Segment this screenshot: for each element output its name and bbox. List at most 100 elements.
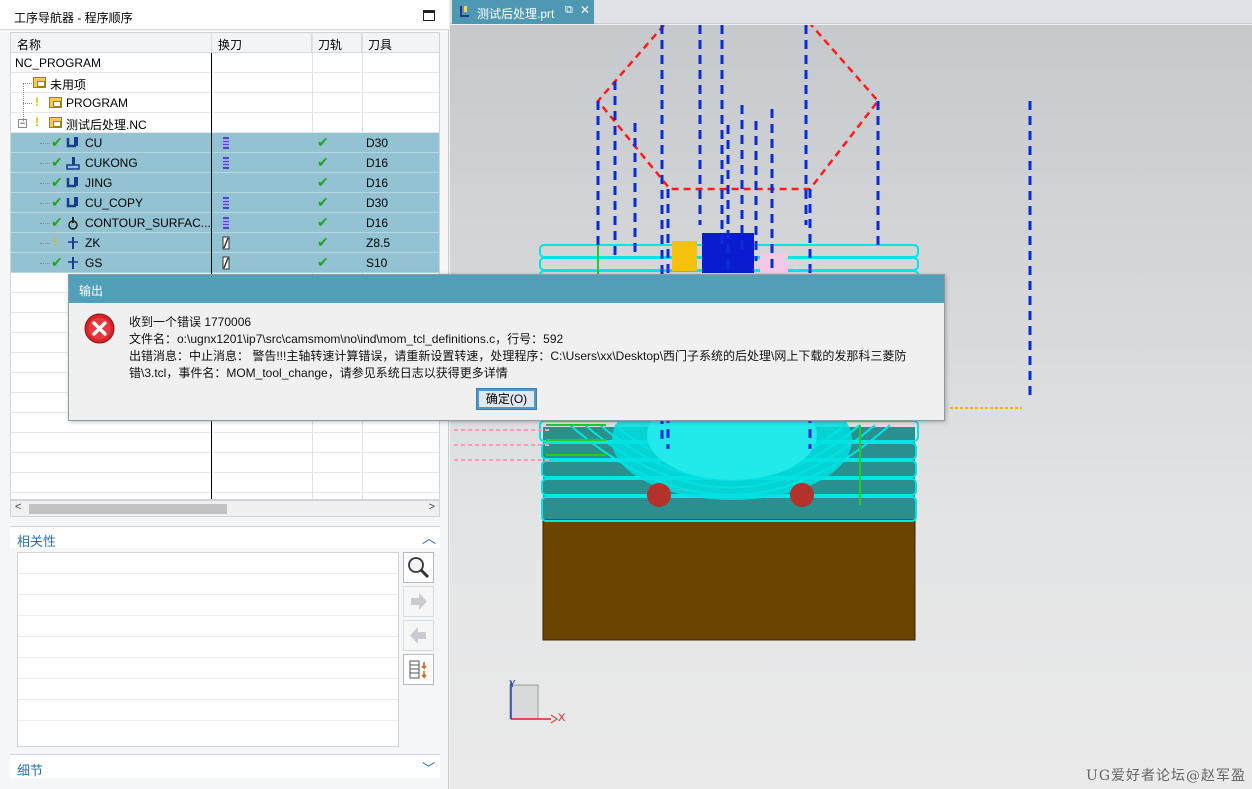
- document-tab-label: 测试后处理.prt: [477, 7, 555, 21]
- list-divider: [18, 573, 398, 574]
- tree-connector: [40, 143, 50, 144]
- ok-button[interactable]: 确定(O): [476, 388, 537, 410]
- list-divider: [18, 594, 398, 595]
- tree-row-operation[interactable]: ! ZK ✔ Z8.5: [11, 233, 439, 253]
- tree-connector: [40, 223, 50, 224]
- path-ok-icon: ✔: [317, 214, 329, 230]
- axis-triad: [509, 681, 558, 724]
- y-axis-label: Y: [509, 679, 516, 690]
- tree-connector: [23, 83, 24, 121]
- dialog-titlebar[interactable]: 输出: [69, 275, 944, 303]
- row-tool: Z8.5: [366, 236, 391, 250]
- column-header-tool[interactable]: 刀具: [362, 33, 439, 53]
- tree-row-operation[interactable]: ✔ CU ✔ D30: [11, 133, 439, 153]
- tree-connector: [40, 263, 50, 264]
- list-divider: [18, 678, 398, 679]
- tree-row-operation[interactable]: ✔ JING ✔ D16: [11, 173, 439, 193]
- list-divider: [18, 657, 398, 658]
- document-tab[interactable]: 测试后处理.prt ⧉ ✕: [452, 0, 594, 24]
- previous-button[interactable]: [403, 620, 434, 651]
- tree-row-nc-program[interactable]: NC_PROGRAM: [11, 53, 439, 73]
- tree-row-program[interactable]: ! PROGRAM: [11, 93, 439, 113]
- cavity-mill-icon: [66, 157, 80, 170]
- list-divider: [18, 615, 398, 616]
- column-header-name[interactable]: 名称: [11, 33, 212, 53]
- dialog-title: 输出: [79, 284, 104, 298]
- drill-icon: [68, 257, 78, 269]
- row-tool: D16: [366, 176, 389, 190]
- error-file-text: 文件名：o:\ugnx1201\ip7\src\camsmom\no\ind\m…: [129, 332, 564, 346]
- column-header-tool-change[interactable]: 换刀: [212, 33, 312, 53]
- arrow-right-icon: [411, 593, 427, 610]
- path-ok-icon: ✔: [317, 254, 329, 270]
- scroll-right-icon[interactable]: >: [429, 501, 435, 513]
- next-button[interactable]: [403, 586, 434, 617]
- tree-row-operation[interactable]: ✔ GS ✔ S10: [11, 253, 439, 273]
- expand-down-icon[interactable]: ﹀: [422, 758, 435, 777]
- tree-connector: [23, 83, 32, 84]
- row-name: PROGRAM: [66, 96, 129, 110]
- details-panel-header[interactable]: 细节 ﹀: [10, 754, 440, 778]
- path-ok-icon: ✔: [317, 174, 329, 190]
- pin-icon[interactable]: ⧉: [565, 4, 573, 17]
- check-icon: ✔: [51, 134, 63, 150]
- check-icon: ✔: [51, 214, 63, 230]
- close-tab-icon[interactable]: ✕: [580, 3, 590, 17]
- cut-region-yellow: [672, 241, 697, 271]
- x-axis-label: X: [558, 712, 566, 724]
- scroll-left-icon[interactable]: <: [15, 501, 21, 513]
- tree-row-test-nc[interactable]: − ! 测试后处理.NC: [11, 113, 439, 133]
- row-name: CU_COPY: [85, 196, 144, 210]
- drill-icon: [68, 237, 78, 249]
- mill-operation-icon: [66, 177, 78, 188]
- check-icon: ✔: [51, 174, 63, 190]
- row-name: CUKONG: [85, 156, 138, 170]
- row-name: 未用项: [50, 78, 87, 92]
- navigator-title: 工序导航器 - 程序顺序: [14, 11, 133, 25]
- error-icon: [84, 313, 115, 344]
- error-message-continued: 错\3.tcl，事件名：MOM_tool_change，请参见系统日志以获得更多…: [129, 366, 508, 380]
- empty-row: [11, 433, 439, 453]
- tree-row-operation[interactable]: ✔ CONTOUR_SURFAC... ✔ D16: [11, 213, 439, 233]
- mill-operation-icon: [66, 137, 78, 148]
- tool-change-icon: [223, 137, 229, 149]
- watermark-text: UG爱好者论坛@赵军盈: [1086, 768, 1246, 784]
- path-ok-icon: ✔: [317, 194, 329, 210]
- row-tool: D30: [366, 136, 389, 150]
- rapid-lines-pink: [454, 429, 550, 461]
- magnifier-icon: [408, 557, 430, 579]
- row-name: JING: [85, 176, 113, 190]
- arrow-left-icon: [410, 627, 426, 644]
- error-code-text: 收到一个错误 1770006: [129, 315, 252, 329]
- tree-row-operation[interactable]: ✔ CUKONG ✔ D16: [11, 153, 439, 173]
- tree-connector: [40, 183, 50, 184]
- bulb-icon: !: [35, 95, 39, 109]
- tree-row-unused[interactable]: 未用项: [11, 73, 439, 93]
- scrollbar-thumb[interactable]: [29, 504, 227, 514]
- error-message-text: 出错消息：中止消息： 警告!!!主轴转速计算错误，请重新设置转速，处理程序：C:…: [129, 349, 907, 363]
- folder-icon: [33, 77, 46, 88]
- list-order-icon: [409, 660, 427, 679]
- tool-change-icon: [223, 197, 229, 209]
- tree-connector: [40, 163, 50, 164]
- part-file-icon: [460, 6, 469, 17]
- relations-panel-header[interactable]: 相关性 ︿: [10, 526, 440, 549]
- navigator-titlebar: 工序导航器 - 程序顺序: [0, 0, 449, 30]
- row-name: 测试后处理.NC: [66, 118, 147, 132]
- row-tool: D16: [366, 156, 389, 170]
- column-header-path[interactable]: 刀轨: [312, 33, 362, 53]
- row-name: GS: [85, 256, 103, 270]
- horizontal-scrollbar[interactable]: < >: [10, 500, 440, 517]
- collapse-up-icon[interactable]: ︿: [422, 528, 436, 548]
- tree-connector: [40, 243, 50, 244]
- tool-change-icon: [223, 217, 229, 229]
- search-button[interactable]: [403, 552, 434, 583]
- row-name: CU: [85, 136, 103, 150]
- row-name: ZK: [85, 236, 101, 250]
- cut-region-pink: [760, 253, 788, 273]
- hole-left: [647, 483, 671, 507]
- list-view-button[interactable]: [403, 654, 434, 685]
- relations-list: [17, 552, 399, 747]
- maximize-icon[interactable]: [423, 10, 435, 21]
- tree-row-operation[interactable]: ✔ CU_COPY ✔ D30: [11, 193, 439, 213]
